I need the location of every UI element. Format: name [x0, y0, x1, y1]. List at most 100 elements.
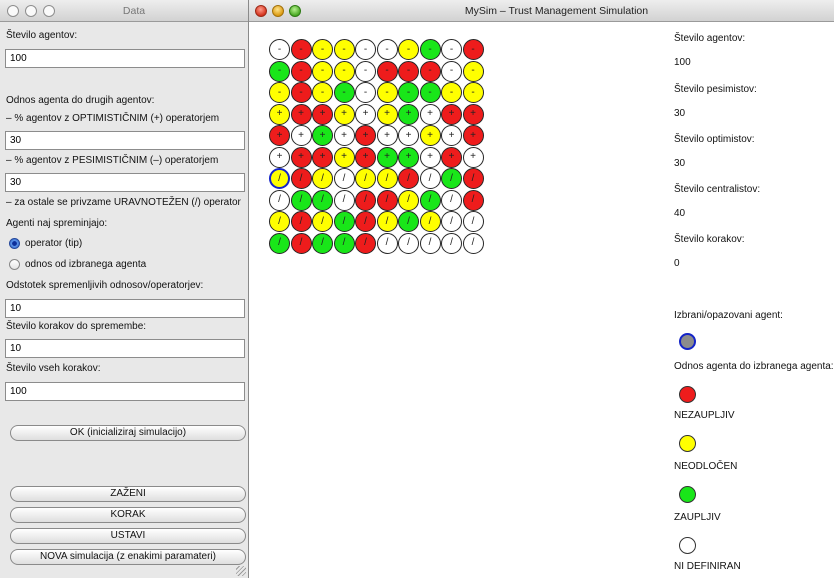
agent-cell[interactable]: +: [269, 125, 290, 146]
agent-cell[interactable]: /: [269, 211, 290, 232]
radio-relation[interactable]: [9, 259, 20, 270]
selected-agent-cell[interactable]: /: [269, 168, 290, 189]
agent-cell[interactable]: +: [269, 146, 290, 168]
agent-cell[interactable]: -: [290, 60, 312, 82]
agent-cell[interactable]: +: [355, 146, 376, 168]
agent-cell[interactable]: -: [462, 82, 484, 103]
agent-cell[interactable]: -: [312, 60, 333, 82]
agent-cell[interactable]: -: [269, 60, 290, 82]
agent-cell[interactable]: -: [462, 39, 484, 60]
agent-cell[interactable]: -: [419, 60, 441, 82]
new-simulation-button[interactable]: NOVA simulacija (z enakimi paramateri): [10, 549, 246, 565]
agent-cell[interactable]: /: [398, 232, 419, 254]
steps-total-field[interactable]: [5, 382, 245, 401]
agent-cell[interactable]: -: [269, 39, 290, 60]
agent-cell[interactable]: -: [398, 39, 419, 60]
agent-cell[interactable]: /: [419, 189, 441, 211]
agent-cell[interactable]: /: [376, 189, 398, 211]
radio-operator[interactable]: [9, 238, 20, 249]
agent-cell[interactable]: +: [376, 103, 398, 125]
stop-button[interactable]: USTAVI: [10, 528, 246, 544]
agent-cell[interactable]: -: [290, 82, 312, 103]
agent-cell[interactable]: +: [333, 125, 355, 146]
agent-cell[interactable]: /: [312, 232, 333, 254]
agent-cell[interactable]: /: [333, 211, 355, 232]
agent-cell[interactable]: +: [355, 103, 376, 125]
agent-cell[interactable]: +: [398, 125, 419, 146]
agent-cell[interactable]: +: [441, 103, 462, 125]
agent-cell[interactable]: /: [398, 168, 419, 189]
agent-cell[interactable]: -: [376, 82, 398, 103]
agent-cell[interactable]: +: [398, 146, 419, 168]
agent-cell[interactable]: -: [333, 82, 355, 103]
agent-cell[interactable]: /: [333, 189, 355, 211]
agent-cell[interactable]: -: [398, 60, 419, 82]
agent-cell[interactable]: +: [441, 146, 462, 168]
agent-cell[interactable]: -: [355, 82, 376, 103]
agent-cell[interactable]: +: [290, 103, 312, 125]
agent-cell[interactable]: +: [419, 146, 441, 168]
agent-cell[interactable]: -: [355, 39, 376, 60]
percent-field[interactable]: [5, 299, 245, 318]
agent-cell[interactable]: +: [269, 103, 290, 125]
agent-cell[interactable]: +: [419, 103, 441, 125]
agent-cell[interactable]: -: [269, 82, 290, 103]
agent-cell[interactable]: /: [441, 168, 462, 189]
resize-grip-icon[interactable]: [236, 566, 246, 576]
agent-cell[interactable]: +: [312, 125, 333, 146]
agent-cell[interactable]: /: [376, 211, 398, 232]
agent-cell[interactable]: +: [462, 125, 484, 146]
agent-cell[interactable]: -: [290, 39, 312, 60]
agent-cell[interactable]: /: [355, 168, 376, 189]
agent-cell[interactable]: /: [441, 189, 462, 211]
agent-cell[interactable]: /: [290, 168, 312, 189]
agent-cell[interactable]: /: [312, 189, 333, 211]
run-button[interactable]: ZAŽENI: [10, 486, 246, 502]
agent-cell[interactable]: -: [312, 39, 333, 60]
agent-cell[interactable]: /: [355, 232, 376, 254]
agent-cell[interactable]: /: [355, 211, 376, 232]
agent-cell[interactable]: -: [312, 82, 333, 103]
agent-cell[interactable]: /: [312, 168, 333, 189]
pessimistic-percent-field[interactable]: [5, 173, 245, 192]
agent-cell[interactable]: -: [376, 60, 398, 82]
agent-cell[interactable]: +: [376, 146, 398, 168]
agent-cell[interactable]: +: [398, 103, 419, 125]
agent-cell[interactable]: -: [419, 82, 441, 103]
agent-cell[interactable]: -: [419, 39, 441, 60]
agent-cell[interactable]: -: [462, 60, 484, 82]
agent-cell[interactable]: +: [290, 125, 312, 146]
agent-cell[interactable]: /: [376, 232, 398, 254]
agent-cell[interactable]: /: [376, 168, 398, 189]
agent-cell[interactable]: /: [441, 232, 462, 254]
ok-initialize-button[interactable]: OK (inicializiraj simulacijo): [10, 425, 246, 441]
agent-cell[interactable]: +: [312, 146, 333, 168]
steps-change-field[interactable]: [5, 339, 245, 358]
agent-cell[interactable]: -: [398, 82, 419, 103]
agent-cell[interactable]: -: [441, 60, 462, 82]
agent-cell[interactable]: /: [269, 189, 290, 211]
agent-cell[interactable]: +: [333, 103, 355, 125]
agent-cell[interactable]: +: [376, 125, 398, 146]
agent-cell[interactable]: +: [441, 125, 462, 146]
optimistic-percent-field[interactable]: [5, 131, 245, 150]
agent-cell[interactable]: -: [355, 60, 376, 82]
agent-cell[interactable]: -: [333, 60, 355, 82]
agent-cell[interactable]: +: [290, 146, 312, 168]
agents-count-field[interactable]: [5, 49, 245, 68]
agent-cell[interactable]: -: [441, 39, 462, 60]
agent-cell[interactable]: /: [398, 189, 419, 211]
agent-cell[interactable]: -: [376, 39, 398, 60]
agent-cell[interactable]: +: [462, 103, 484, 125]
agent-cell[interactable]: /: [269, 232, 290, 254]
agent-cell[interactable]: /: [290, 232, 312, 254]
step-button[interactable]: KORAK: [10, 507, 246, 523]
agent-cell[interactable]: /: [462, 232, 484, 254]
agent-cell[interactable]: /: [290, 189, 312, 211]
agent-cell[interactable]: +: [462, 146, 484, 168]
agent-cell[interactable]: /: [290, 211, 312, 232]
agent-cell[interactable]: +: [355, 125, 376, 146]
agent-cell[interactable]: +: [419, 125, 441, 146]
agent-cell[interactable]: -: [333, 39, 355, 60]
agent-cell[interactable]: /: [355, 189, 376, 211]
